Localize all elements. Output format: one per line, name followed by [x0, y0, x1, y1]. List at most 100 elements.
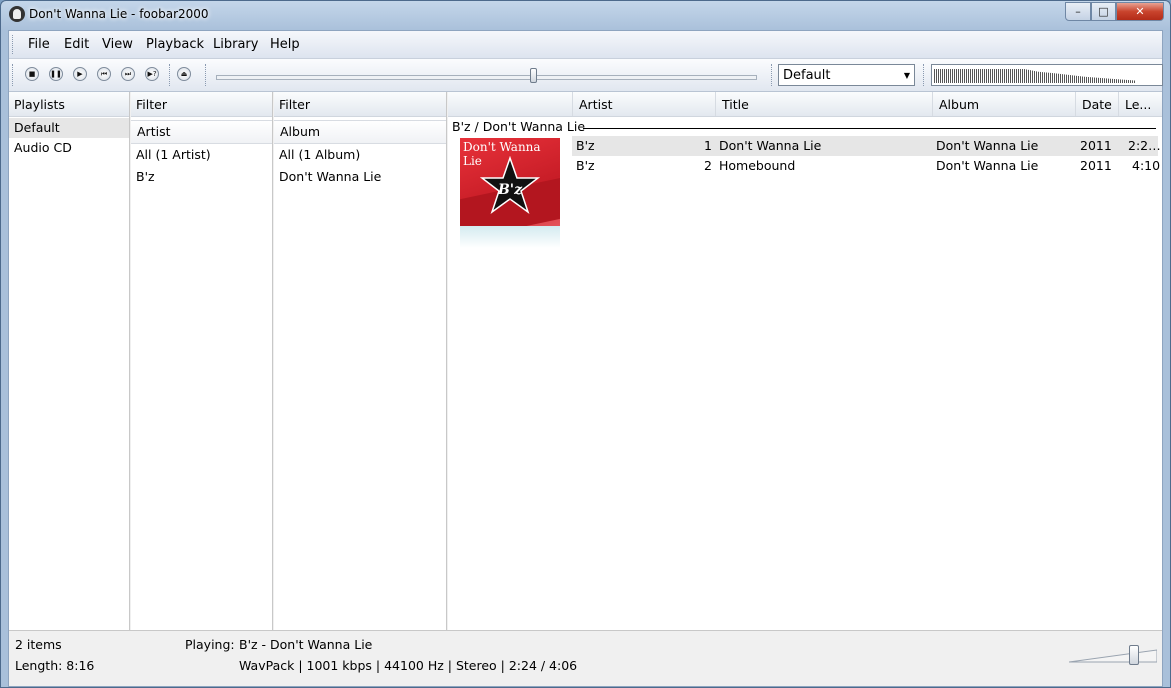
playlist-column-headers: Artist Title Album Date Le... [448, 92, 1162, 117]
playlist-label: Default [14, 120, 60, 135]
spectrum-visualisation[interactable] [931, 64, 1163, 86]
minimize-button[interactable]: – [1065, 2, 1091, 21]
group-divider [583, 128, 1156, 129]
seek-bar[interactable] [216, 75, 757, 80]
artist-filter-header: Filter [131, 92, 272, 117]
toolbar-grip[interactable] [12, 64, 16, 86]
track-title: Don't Wanna Lie [719, 138, 822, 153]
title-bar[interactable]: Don't Wanna Lie - foobar2000 – □ ✕ [1, 1, 1170, 28]
track-artist: B'z [576, 158, 595, 173]
playlist-label: Audio CD [14, 140, 72, 155]
filter-header-label: Filter [279, 97, 310, 112]
random-button[interactable]: ▶? [145, 67, 159, 81]
column-label: Date [1082, 97, 1112, 112]
cover-logo-text: B'z [497, 182, 523, 198]
seekbar-grip[interactable] [205, 64, 209, 86]
track-number: 2 [704, 158, 712, 173]
toolbar-separator [169, 64, 173, 86]
client-area: File Edit View Playback Library Help ■ ❚… [8, 30, 1163, 687]
column-length[interactable]: Le... [1118, 92, 1159, 116]
playlists-header: Playlists [9, 92, 129, 117]
maximize-button[interactable]: □ [1091, 2, 1116, 21]
album-art: Don't Wanna Lie B'z [460, 138, 560, 226]
seek-thumb[interactable] [530, 68, 537, 83]
filter-item-label: B'z [136, 169, 155, 184]
menu-edit[interactable]: Edit [64, 37, 89, 52]
playlist-view: Artist Title Album Date Le... B'z / Don'… [448, 92, 1162, 630]
playlist-item-default[interactable]: Default [9, 118, 129, 138]
now-playing: B'z - Don't Wanna Lie [239, 637, 373, 652]
next-button[interactable]: ⏭ [121, 67, 135, 81]
filter-item-label: All (1 Album) [279, 147, 361, 162]
output-device-combo[interactable]: Default ▼ [778, 64, 915, 86]
playlists-header-label: Playlists [14, 97, 65, 112]
menu-help[interactable]: Help [270, 37, 300, 52]
filter-item-all-albums[interactable]: All (1 Album) [274, 145, 446, 165]
filter-item-artist[interactable]: B'z [131, 167, 272, 187]
column-label: Title [722, 97, 749, 112]
album-cover[interactable]: Don't Wanna Lie B'z [460, 138, 560, 248]
open-button[interactable]: ⏏ [177, 67, 191, 81]
spectrum-bars [934, 69, 1135, 83]
track-title: Homebound [719, 158, 796, 173]
star-logo-icon: B'z [480, 156, 540, 214]
toolbar: ■ ❚❚ ▶ ⏮ ⏭ ▶? ⏏ Default ▼ [9, 59, 1163, 92]
track-length: 4:10 [1132, 158, 1161, 173]
track-row[interactable]: B'z 2 Homebound Don't Wanna Lie 2011 4:1… [572, 156, 1161, 176]
status-bar: 2 items Length: 8:16 Playing: B'z - Don'… [9, 630, 1162, 686]
output-device-value: Default [783, 68, 831, 83]
random-icon: ▶? [147, 70, 157, 78]
filter-item-all-artists[interactable]: All (1 Artist) [131, 145, 272, 165]
column-title[interactable]: Title [715, 92, 931, 116]
main-window: Don't Wanna Lie - foobar2000 – □ ✕ File … [0, 0, 1171, 688]
close-button[interactable]: ✕ [1116, 2, 1164, 21]
column-album[interactable]: Album [932, 92, 1075, 116]
artist-filter-pane: Filter Artist All (1 Artist) B'z [131, 92, 273, 630]
album-filter-header: Filter [274, 92, 446, 117]
track-album: Don't Wanna Lie [936, 158, 1039, 173]
menu-library[interactable]: Library [213, 37, 258, 52]
menu-view[interactable]: View [102, 37, 133, 52]
visualisation-grip[interactable] [923, 64, 927, 86]
album-column-header[interactable]: Album [274, 120, 446, 144]
track-date: 2011 [1080, 158, 1112, 173]
foobar-app-icon[interactable] [9, 6, 25, 22]
column-label: Artist [579, 97, 613, 112]
previous-button[interactable]: ⏮ [97, 67, 111, 81]
next-icon: ⏭ [124, 70, 132, 78]
column-label: Album [939, 97, 980, 112]
track-artist: B'z [576, 138, 595, 153]
pause-icon: ❚❚ [50, 70, 62, 78]
track-album: Don't Wanna Lie [936, 138, 1039, 153]
filter-item-label: All (1 Artist) [136, 147, 211, 162]
chevron-down-icon: ▼ [903, 71, 910, 80]
volume-slider-thumb[interactable] [1129, 645, 1139, 665]
volume-slider-track[interactable] [1069, 649, 1157, 663]
previous-icon: ⏮ [100, 70, 108, 78]
combo-grip[interactable] [771, 64, 775, 86]
playlist-item-audio-cd[interactable]: Audio CD [9, 138, 129, 158]
filter-item-album[interactable]: Don't Wanna Lie [274, 167, 446, 187]
column-label: Album [280, 124, 321, 139]
track-date: 2011 [1080, 138, 1112, 153]
column-artist[interactable]: Artist [572, 92, 715, 116]
menu-file[interactable]: File [28, 37, 50, 52]
filter-item-label: Don't Wanna Lie [279, 169, 382, 184]
track-row[interactable]: B'z 1 Don't Wanna Lie Don't Wanna Lie 20… [572, 136, 1161, 156]
item-count: 2 items [15, 637, 62, 652]
cover-reflection [460, 226, 560, 248]
pause-button[interactable]: ❚❚ [49, 67, 63, 81]
menu-playback[interactable]: Playback [146, 37, 204, 52]
menubar-grip[interactable] [12, 35, 16, 54]
stop-button[interactable]: ■ [25, 67, 39, 81]
playlists-pane: Playlists Default Audio CD [9, 92, 130, 630]
track-number: 1 [704, 138, 712, 153]
playing-label: Playing: [185, 637, 235, 652]
play-button[interactable]: ▶ [73, 67, 87, 81]
eject-icon: ⏏ [180, 70, 188, 78]
artist-column-header[interactable]: Artist [131, 120, 272, 144]
album-filter-pane: Filter Album All (1 Album) Don't Wanna L… [274, 92, 447, 630]
column-date[interactable]: Date [1075, 92, 1118, 116]
column-label: Artist [137, 124, 171, 139]
track-tech-info: WavPack | 1001 kbps | 44100 Hz | Stereo … [239, 658, 578, 673]
